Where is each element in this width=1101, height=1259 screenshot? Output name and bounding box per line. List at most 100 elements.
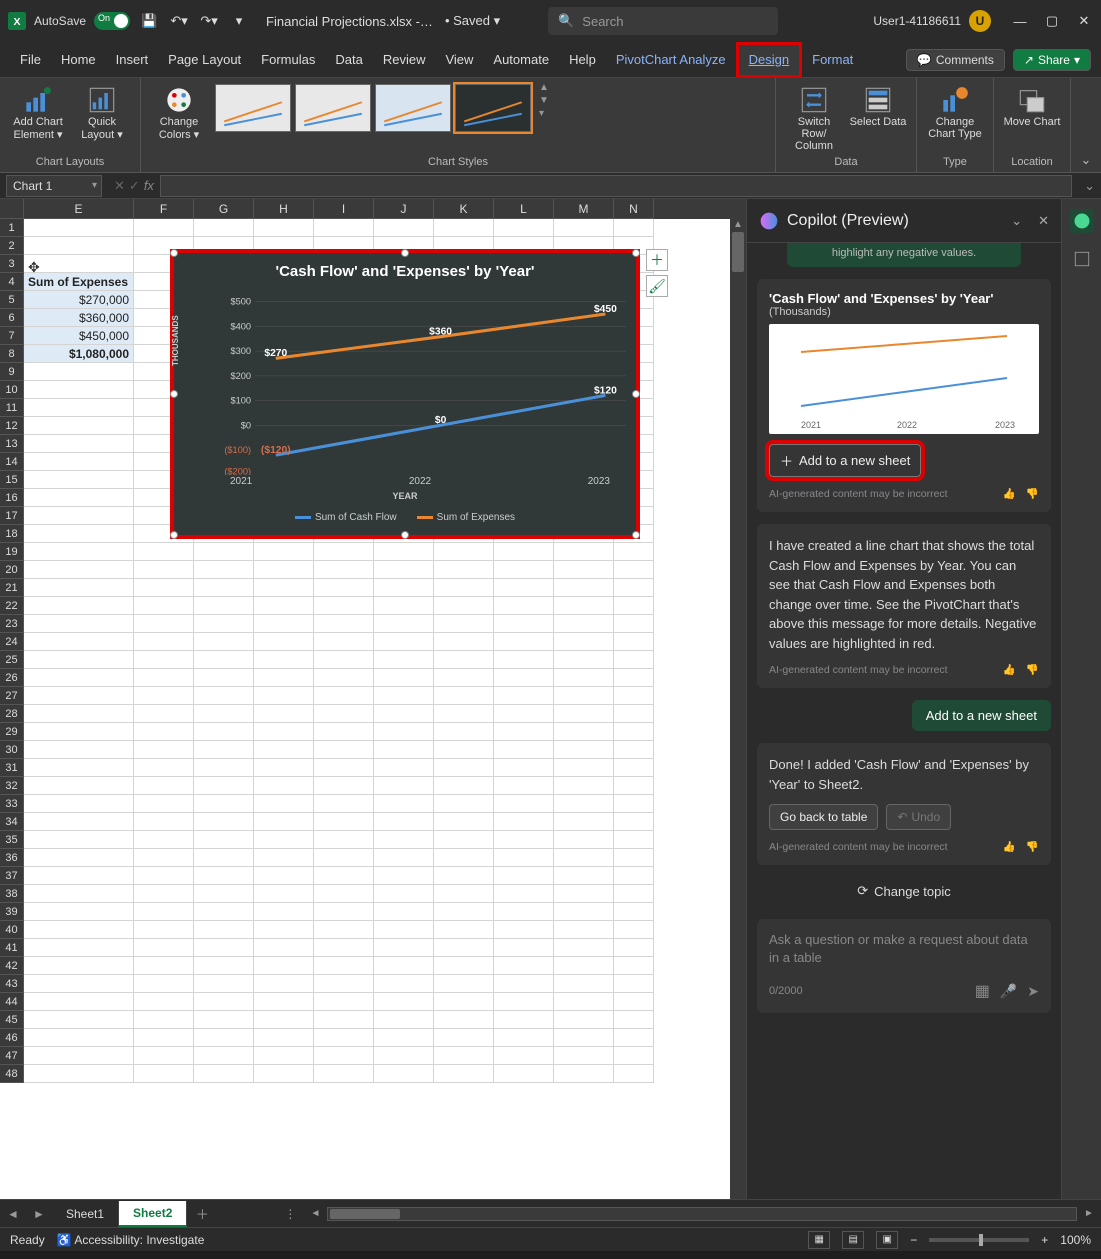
- cell[interactable]: [24, 831, 134, 849]
- cell[interactable]: [194, 849, 254, 867]
- cell[interactable]: [314, 957, 374, 975]
- col-header[interactable]: F: [134, 199, 194, 219]
- col-header[interactable]: E: [24, 199, 134, 219]
- chart-style-2[interactable]: [295, 84, 371, 132]
- cell[interactable]: [614, 813, 654, 831]
- cell[interactable]: [134, 831, 194, 849]
- cell[interactable]: [24, 1029, 134, 1047]
- cell[interactable]: [24, 723, 134, 741]
- cell[interactable]: [554, 705, 614, 723]
- cell[interactable]: [554, 831, 614, 849]
- cell[interactable]: [134, 687, 194, 705]
- cell[interactable]: [254, 1047, 314, 1065]
- cell[interactable]: [374, 579, 434, 597]
- cell[interactable]: [134, 867, 194, 885]
- cell[interactable]: [24, 903, 134, 921]
- page-break-view-button[interactable]: ▣: [876, 1231, 898, 1249]
- cell[interactable]: [614, 579, 654, 597]
- cell[interactable]: [314, 885, 374, 903]
- tab-page-layout[interactable]: Page Layout: [158, 42, 251, 78]
- cell[interactable]: [24, 399, 134, 417]
- row-header[interactable]: 14: [0, 453, 24, 471]
- cell[interactable]: [554, 561, 614, 579]
- cell[interactable]: [554, 1029, 614, 1047]
- add-to-new-sheet-button[interactable]: ＋ Add to a new sheet: [769, 444, 921, 477]
- cell[interactable]: [434, 723, 494, 741]
- cell[interactable]: [254, 975, 314, 993]
- cell[interactable]: [134, 885, 194, 903]
- cell[interactable]: [374, 669, 434, 687]
- rail-item-icon[interactable]: [1070, 247, 1094, 271]
- cell[interactable]: [494, 1047, 554, 1065]
- row-header[interactable]: 1: [0, 219, 24, 237]
- cell[interactable]: [194, 1065, 254, 1083]
- cell[interactable]: [24, 579, 134, 597]
- cell[interactable]: [554, 651, 614, 669]
- cell[interactable]: [494, 885, 554, 903]
- search-box[interactable]: 🔍 Search: [548, 7, 778, 35]
- tab-pivotchart-analyze[interactable]: PivotChart Analyze: [606, 42, 736, 78]
- cell[interactable]: [374, 543, 434, 561]
- cell[interactable]: [614, 921, 654, 939]
- cell[interactable]: [254, 903, 314, 921]
- cell[interactable]: [434, 1029, 494, 1047]
- cell[interactable]: [374, 723, 434, 741]
- zoom-slider[interactable]: [929, 1238, 1029, 1242]
- cell[interactable]: [614, 1047, 654, 1065]
- cell[interactable]: [194, 669, 254, 687]
- cell[interactable]: [494, 597, 554, 615]
- cell[interactable]: [614, 993, 654, 1011]
- cell[interactable]: [494, 831, 554, 849]
- cell[interactable]: [24, 867, 134, 885]
- cell[interactable]: [374, 651, 434, 669]
- cell[interactable]: [434, 219, 494, 237]
- zoom-in-button[interactable]: +: [1041, 1233, 1048, 1247]
- cell[interactable]: [374, 795, 434, 813]
- cell[interactable]: [314, 579, 374, 597]
- cell[interactable]: [314, 561, 374, 579]
- cell[interactable]: [434, 741, 494, 759]
- cell[interactable]: [434, 885, 494, 903]
- share-button[interactable]: ↗ Share ▾: [1013, 49, 1091, 71]
- cell[interactable]: [254, 957, 314, 975]
- cell[interactable]: [434, 1011, 494, 1029]
- cell[interactable]: [374, 831, 434, 849]
- cell[interactable]: [494, 903, 554, 921]
- row-header[interactable]: 13: [0, 435, 24, 453]
- row-header[interactable]: 29: [0, 723, 24, 741]
- cell[interactable]: [554, 1011, 614, 1029]
- row-header[interactable]: 23: [0, 615, 24, 633]
- cell[interactable]: [254, 561, 314, 579]
- col-header[interactable]: N: [614, 199, 654, 219]
- row-header[interactable]: 10: [0, 381, 24, 399]
- cell[interactable]: [194, 813, 254, 831]
- cell[interactable]: [554, 687, 614, 705]
- cell[interactable]: [614, 687, 654, 705]
- move-chart-button[interactable]: Move Chart: [1002, 82, 1062, 128]
- horizontal-scrollbar[interactable]: [327, 1207, 1077, 1221]
- row-header[interactable]: 45: [0, 1011, 24, 1029]
- row-header[interactable]: 40: [0, 921, 24, 939]
- cell[interactable]: [554, 849, 614, 867]
- cell[interactable]: [374, 777, 434, 795]
- cell[interactable]: [194, 993, 254, 1011]
- cell[interactable]: [314, 813, 374, 831]
- cell[interactable]: [254, 723, 314, 741]
- tab-view[interactable]: View: [435, 42, 483, 78]
- chart-elements-button[interactable]: ＋: [646, 249, 668, 271]
- saved-status[interactable]: • Saved ▾: [445, 13, 500, 29]
- cell[interactable]: [614, 975, 654, 993]
- row-header[interactable]: 41: [0, 939, 24, 957]
- cell[interactable]: [374, 615, 434, 633]
- cell[interactable]: [554, 597, 614, 615]
- thumbs-down-icon[interactable]: 👎: [1026, 840, 1039, 853]
- cell[interactable]: [134, 669, 194, 687]
- cell[interactable]: [554, 993, 614, 1011]
- row-header[interactable]: 6: [0, 309, 24, 327]
- row-header[interactable]: 20: [0, 561, 24, 579]
- cell[interactable]: [374, 219, 434, 237]
- minimize-icon[interactable]: —: [1011, 12, 1029, 30]
- cell[interactable]: [24, 975, 134, 993]
- cell[interactable]: [134, 1065, 194, 1083]
- cell[interactable]: [314, 903, 374, 921]
